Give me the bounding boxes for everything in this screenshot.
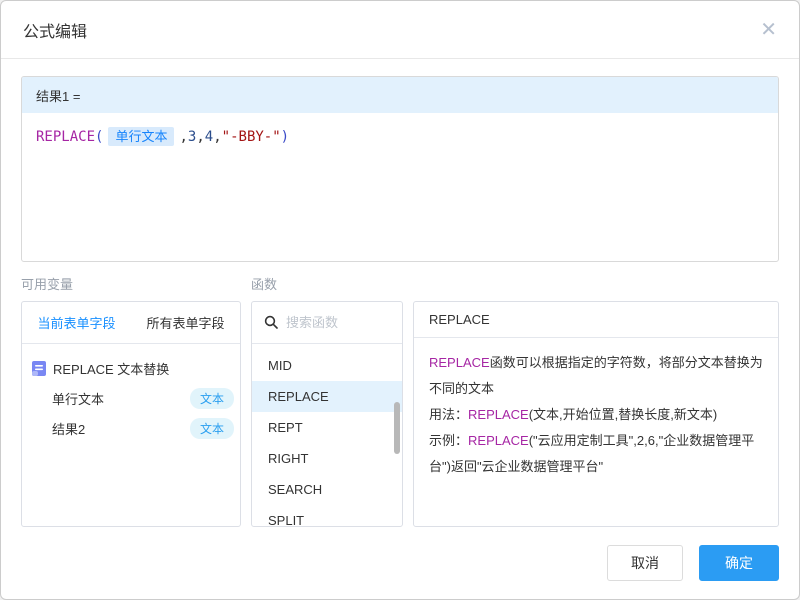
function-item-split[interactable]: SPLIT bbox=[252, 505, 402, 526]
result-label: 结果1 = bbox=[36, 88, 81, 104]
function-list-scrollbar[interactable] bbox=[394, 401, 400, 454]
functions-label: 函数 bbox=[251, 276, 278, 292]
formula-number: 4 bbox=[204, 129, 214, 145]
function-item-replace[interactable]: REPLACE bbox=[252, 380, 402, 412]
function-detail-body: REPLACE函数可以根据指定的字符数，将部分文本替换为不同的文本 用法：REP… bbox=[414, 338, 778, 492]
variable-type-badge: 文本 bbox=[189, 418, 234, 440]
function-item-mid[interactable]: MID bbox=[252, 350, 402, 381]
search-icon bbox=[264, 315, 278, 329]
formula-string-token: "-BBY-" bbox=[221, 129, 281, 145]
function-search-bar bbox=[252, 302, 402, 344]
functions-panel: MID REPLACE REPT RIGHT SEARCH SPLIT TEXT… bbox=[251, 300, 403, 527]
variables-group-row[interactable]: REPLACE 文本替换 bbox=[22, 354, 240, 384]
section-labels: 可用变量 函数 bbox=[21, 274, 779, 293]
panels-row: 当前表单字段 所有表单字段 REPLACE 文本替换 单行文本 文本 结果2 文… bbox=[21, 300, 779, 527]
tab-current-form-fields[interactable]: 当前表单字段 bbox=[22, 302, 131, 343]
example-label: 示例： bbox=[429, 432, 469, 448]
keyword-replace: REPLACE bbox=[468, 432, 529, 448]
function-item-rept[interactable]: REPT bbox=[252, 412, 402, 443]
dialog-header: 公式编辑 ✕ bbox=[1, 1, 799, 59]
function-search-input[interactable] bbox=[286, 314, 390, 330]
dialog-footer: 取消 确定 bbox=[1, 527, 799, 599]
variables-list: REPLACE 文本替换 单行文本 文本 结果2 文本 bbox=[22, 344, 240, 454]
dialog-title: 公式编辑 bbox=[23, 23, 88, 41]
function-detail-panel: REPLACE REPLACE函数可以根据指定的字符数，将部分文本替换为不同的文… bbox=[413, 300, 779, 527]
function-usage: 用法：REPLACE(文本,开始位置,替换长度,新文本) bbox=[429, 402, 763, 428]
function-item-search[interactable]: SEARCH bbox=[252, 474, 402, 505]
document-icon bbox=[32, 361, 46, 377]
formula-variable-chip[interactable]: 单行文本 bbox=[108, 127, 175, 146]
formula-function-token: REPLACE bbox=[36, 129, 96, 145]
formula-rparen: ) bbox=[280, 129, 290, 145]
function-detail-title: REPLACE bbox=[414, 302, 778, 338]
variable-name: 单行文本 bbox=[52, 392, 105, 408]
function-description: REPLACE函数可以根据指定的字符数，将部分文本替换为不同的文本 bbox=[429, 350, 763, 402]
formula-lparen: ( bbox=[95, 129, 104, 145]
variables-group-name: REPLACE 文本替换 bbox=[53, 362, 170, 378]
formula-editor[interactable]: 结果1 = REPLACE(单行文本 ,3,4,"-BBY-") bbox=[21, 76, 779, 262]
variable-row-single-line-text[interactable]: 单行文本 文本 bbox=[22, 384, 240, 414]
keyword-replace: REPLACE bbox=[468, 406, 529, 422]
variables-panel: 当前表单字段 所有表单字段 REPLACE 文本替换 单行文本 文本 结果2 文… bbox=[21, 300, 241, 527]
keyword-replace: REPLACE bbox=[429, 354, 490, 370]
formula-edit-dialog: 公式编辑 ✕ 结果1 = REPLACE(单行文本 ,3,4,"-BBY-") 可… bbox=[0, 0, 800, 600]
variables-tabs: 当前表单字段 所有表单字段 bbox=[22, 302, 240, 344]
function-list: MID REPLACE REPT RIGHT SEARCH SPLIT TEXT… bbox=[252, 344, 402, 526]
formula-input[interactable]: REPLACE(单行文本 ,3,4,"-BBY-") bbox=[22, 113, 778, 158]
variable-type-badge: 文本 bbox=[189, 388, 234, 410]
function-item-right[interactable]: RIGHT bbox=[252, 443, 402, 474]
result-label-bar: 结果1 = bbox=[22, 77, 778, 113]
function-example: 示例：REPLACE("云应用定制工具",2,6,"企业数据管理平台")返回"云… bbox=[429, 428, 763, 480]
usage-text: (文本,开始位置,替换长度,新文本) bbox=[528, 406, 718, 422]
formula-comma: , bbox=[196, 129, 205, 145]
usage-label: 用法： bbox=[429, 406, 469, 422]
cancel-button[interactable]: 取消 bbox=[607, 545, 683, 581]
formula-comma: , bbox=[213, 129, 222, 145]
formula-comma: , bbox=[179, 129, 188, 145]
confirm-button[interactable]: 确定 bbox=[699, 545, 779, 581]
variables-label: 可用变量 bbox=[21, 276, 74, 292]
variable-name: 结果2 bbox=[52, 422, 86, 438]
tab-all-form-fields[interactable]: 所有表单字段 bbox=[131, 302, 240, 343]
dialog-body: 结果1 = REPLACE(单行文本 ,3,4,"-BBY-") 可用变量 函数 … bbox=[1, 59, 799, 527]
close-icon[interactable]: ✕ bbox=[760, 20, 777, 40]
variable-row-result2[interactable]: 结果2 文本 bbox=[22, 414, 240, 444]
